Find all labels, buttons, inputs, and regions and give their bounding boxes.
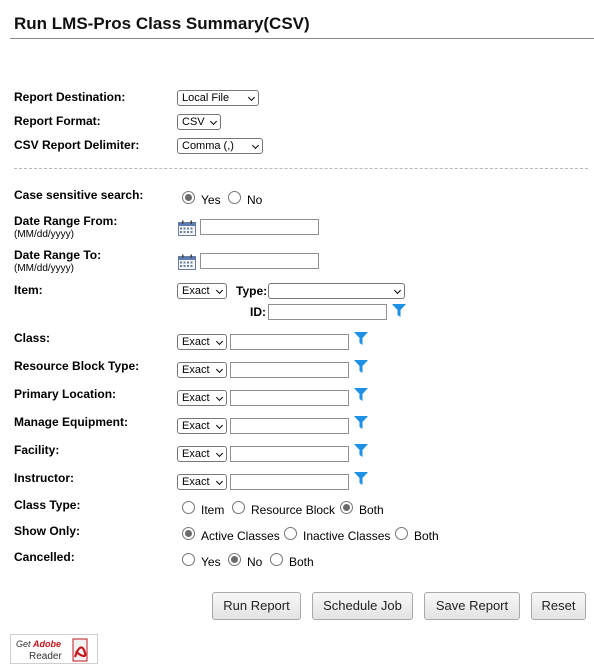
- chevron-down-icon: [215, 337, 224, 346]
- cancelled-label: Cancelled:: [14, 550, 75, 564]
- chevron-down-icon: [247, 93, 256, 102]
- facility-input[interactable]: [230, 446, 349, 462]
- report-destination-select[interactable]: Local File: [177, 90, 259, 106]
- show-only-inactive-text: Inactive Classes: [303, 529, 391, 543]
- reset-button[interactable]: Reset: [531, 592, 586, 620]
- class-type-both-text: Both: [359, 503, 384, 517]
- page-title: Run LMS-Pros Class Summary(CSV): [14, 14, 310, 33]
- case-sensitive-yes-text: Yes: [201, 193, 221, 207]
- item-label: Item:: [14, 283, 43, 297]
- title-divider: [10, 38, 594, 39]
- resource-block-type-input[interactable]: [230, 362, 349, 378]
- section-divider: [14, 168, 588, 169]
- filter-icon[interactable]: [354, 332, 368, 345]
- date-to-format-hint: (MM/dd/yyyy): [14, 263, 74, 274]
- show-only-label: Show Only:: [14, 524, 80, 538]
- show-only-active-text: Active Classes: [201, 529, 280, 543]
- show-only-both-text: Both: [414, 529, 439, 543]
- adobe-reader-icon: [65, 637, 95, 663]
- class-match-select[interactable]: Exact: [177, 334, 227, 350]
- instructor-match-select[interactable]: Exact: [177, 474, 227, 490]
- item-id-input[interactable]: [268, 304, 387, 320]
- report-format-select[interactable]: CSV: [177, 114, 221, 130]
- date-from-label: Date Range From: (MM/dd/yyyy): [14, 214, 118, 240]
- item-type-select[interactable]: [268, 283, 405, 299]
- class-type-both-radio[interactable]: [340, 501, 353, 514]
- chevron-down-icon: [215, 449, 224, 458]
- primary-location-match-select[interactable]: Exact: [177, 390, 227, 406]
- class-label: Class:: [14, 331, 51, 345]
- filter-icon[interactable]: [354, 472, 368, 485]
- cancelled-no-text: No: [247, 555, 263, 569]
- run-report-button[interactable]: Run Report: [212, 592, 301, 620]
- item-type-label: Type:: [236, 284, 268, 298]
- chevron-down-icon: [215, 393, 224, 402]
- cancelled-no-radio[interactable]: [228, 553, 241, 566]
- primary-location-label: Primary Location:: [14, 387, 117, 401]
- primary-location-input[interactable]: [230, 390, 349, 406]
- case-sensitive-no-radio[interactable]: [228, 191, 241, 204]
- instructor-label: Instructor:: [14, 471, 74, 485]
- chevron-down-icon: [215, 365, 224, 374]
- report-format-label: Report Format:: [14, 114, 101, 128]
- cancelled-yes-radio[interactable]: [182, 553, 195, 566]
- calendar-icon[interactable]: [178, 254, 196, 270]
- csv-delimiter-select[interactable]: Comma (,): [177, 138, 263, 154]
- manage-equipment-input[interactable]: [230, 418, 349, 434]
- class-type-item-radio[interactable]: [182, 501, 195, 514]
- report-destination-label: Report Destination:: [14, 90, 126, 104]
- show-only-both-radio[interactable]: [395, 527, 408, 540]
- class-type-item-text: Item: [201, 503, 225, 517]
- date-from-input[interactable]: [200, 219, 319, 235]
- cancelled-both-radio[interactable]: [270, 553, 283, 566]
- resource-block-type-match-select[interactable]: Exact: [177, 362, 227, 378]
- class-input[interactable]: [230, 334, 349, 350]
- save-report-button[interactable]: Save Report: [424, 592, 520, 620]
- filter-icon[interactable]: [354, 360, 368, 373]
- instructor-input[interactable]: [230, 474, 349, 490]
- date-from-format-hint: (MM/dd/yyyy): [14, 229, 74, 240]
- get-adobe-reader-badge[interactable]: Get Adobe Reader: [10, 634, 98, 664]
- cancelled-both-text: Both: [289, 555, 314, 569]
- filter-icon[interactable]: [354, 416, 368, 429]
- case-sensitive-no-text: No: [247, 193, 263, 207]
- filter-icon[interactable]: [354, 444, 368, 457]
- cancelled-yes-text: Yes: [201, 555, 221, 569]
- item-match-select[interactable]: Exact: [177, 283, 227, 299]
- calendar-icon[interactable]: [178, 220, 196, 236]
- case-sensitive-label: Case sensitive search:: [14, 188, 144, 202]
- class-type-resource-block-radio[interactable]: [232, 501, 245, 514]
- case-sensitive-yes-radio[interactable]: [182, 191, 195, 204]
- filter-icon[interactable]: [354, 388, 368, 401]
- chevron-down-icon: [209, 117, 218, 126]
- csv-delimiter-label: CSV Report Delimiter:: [14, 138, 140, 152]
- class-type-resource-block-text: Resource Block: [251, 503, 336, 517]
- resource-block-type-label: Resource Block Type:: [14, 359, 140, 373]
- date-to-label: Date Range To: (MM/dd/yyyy): [14, 248, 102, 274]
- facility-match-select[interactable]: Exact: [177, 446, 227, 462]
- manage-equipment-match-select[interactable]: Exact: [177, 418, 227, 434]
- date-to-input[interactable]: [200, 253, 319, 269]
- chevron-down-icon: [251, 141, 260, 150]
- filter-icon[interactable]: [392, 304, 406, 317]
- class-type-label: Class Type:: [14, 498, 81, 512]
- show-only-active-radio[interactable]: [182, 527, 195, 540]
- show-only-inactive-radio[interactable]: [284, 527, 297, 540]
- schedule-job-button[interactable]: Schedule Job: [312, 592, 413, 620]
- chevron-down-icon: [215, 477, 224, 486]
- facility-label: Facility:: [14, 443, 60, 457]
- manage-equipment-label: Manage Equipment:: [14, 415, 129, 429]
- item-id-label: ID:: [250, 305, 266, 319]
- chevron-down-icon: [393, 286, 402, 295]
- chevron-down-icon: [215, 286, 224, 295]
- chevron-down-icon: [215, 421, 224, 430]
